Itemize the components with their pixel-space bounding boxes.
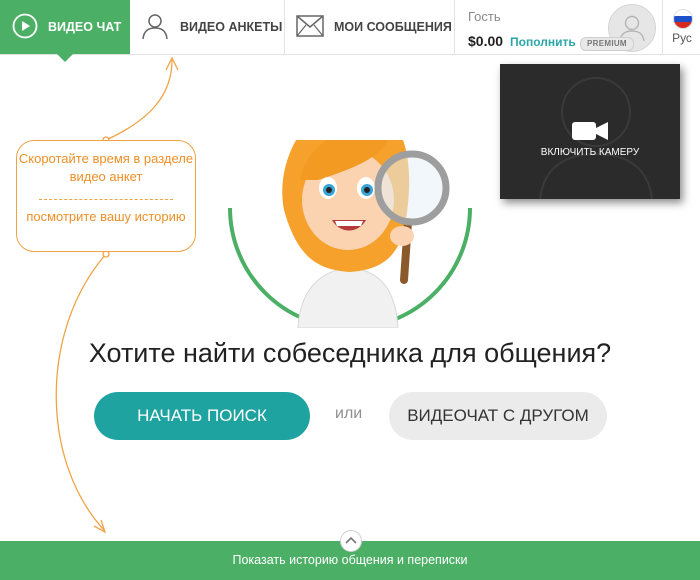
page-headline: Хотите найти собеседника для общения? [88,338,612,368]
enable-camera-label: ВКЛЮЧИТЬ КАМЕРУ [540,147,640,158]
mascot-illustration [228,140,472,328]
silhouette-icon [539,77,653,199]
tab-label: ВИДЕО ЧАТ [48,20,122,34]
tab-label: ВИДЕО АНКЕТЫ [180,20,283,34]
top-navigation-bar: ВИДЕО ЧАТ ВИДЕО АНКЕТЫ МОИ СООБЩЕНИЯ Гос… [0,0,700,62]
topup-link[interactable]: Пополнить [510,35,576,49]
tab-my-messages[interactable]: МОИ СООБЩЕНИЯ [285,0,455,54]
chevron-up-icon[interactable] [340,530,362,552]
balance-value: $0.00 [468,33,504,49]
play-circle-icon [12,13,38,42]
language-label: Рус [672,31,692,45]
hint-bubble: Скоротайте время в разделе видео анкет п… [16,140,196,252]
or-separator: или [335,405,363,422]
start-search-button[interactable]: НАЧАТЬ ПОИСК [94,392,310,440]
tab-video-profiles[interactable]: ВИДЕО АНКЕТЫ [130,0,285,54]
guest-label: Гость [468,9,501,24]
hint-text-history: посмотрите вашу историю [26,209,186,224]
hint-divider [39,199,173,200]
user-outline-icon [140,11,170,44]
tab-label: МОИ СООБЩЕНИЯ [334,20,452,34]
envelope-icon [296,14,324,40]
russia-flag-icon [673,9,693,29]
active-tab-pointer [56,53,74,62]
enable-camera-panel[interactable]: ВКЛЮЧИТЬ КАМЕРУ [500,64,680,199]
show-history-label: Показать историю общения и переписки [232,553,468,567]
premium-badge[interactable]: PREMIUM [580,37,634,51]
hint-text-video-profiles: Скоротайте время в разделе видео анкет [18,151,194,184]
videochat-with-friend-button[interactable]: ВИДЕОЧАТ С ДРУГОМ [389,392,607,440]
video-camera-icon [572,122,608,140]
tab-video-chat[interactable]: ВИДЕО ЧАТ [0,0,130,54]
account-panel: Гость $0.00 Пополнить PREMIUM [455,0,663,54]
language-selector[interactable]: Рус [664,0,700,54]
